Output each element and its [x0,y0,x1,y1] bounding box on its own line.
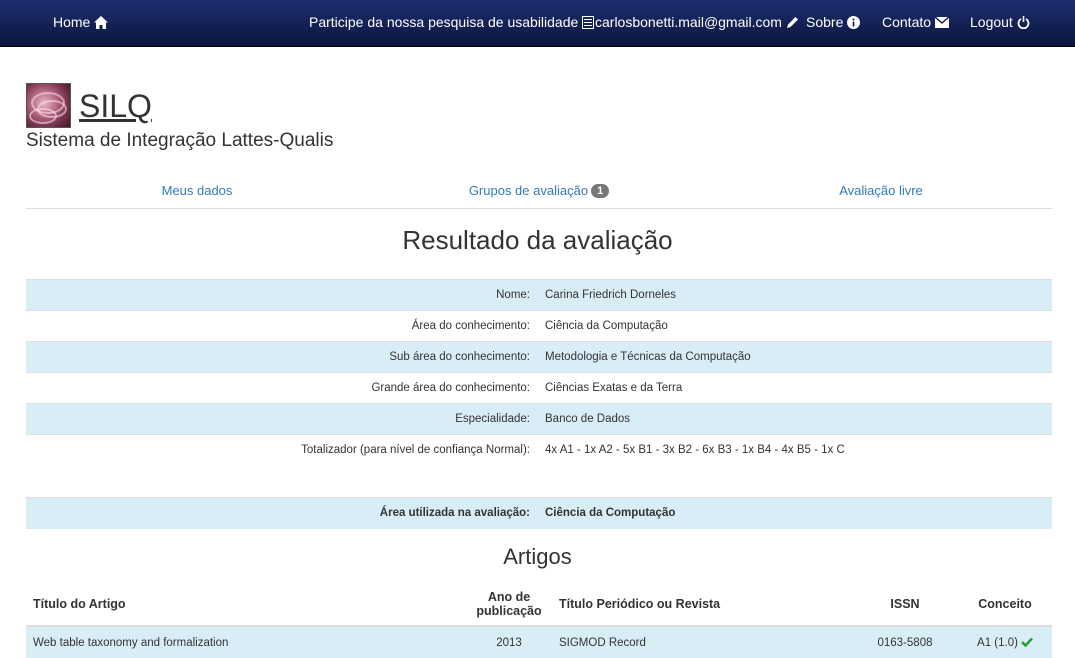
power-icon [1017,15,1030,29]
nav-user-profile[interactable]: carlosbonetti.mail@gmail.com [595,14,799,30]
nav-survey[interactable]: Participe da nossa pesquisa de usabilida… [309,14,595,30]
envelope-icon [935,16,950,28]
col-header-title: Título do Artigo [26,582,466,627]
nav-about[interactable]: Sobre [806,14,861,30]
nav-home-label: Home [53,14,91,30]
table-row: Web table taxonomy and formalization 201… [26,626,1052,658]
main-tabs: Meus dados Grupos de avaliação 1 Avaliaçã… [26,177,1052,209]
info-row: Nome: Carina Friedrich Dorneles [26,279,1052,311]
articles-header-row: Título do Artigo Ano de publicação Títul… [26,582,1052,627]
article-concept-value: A1 (1.0) [977,636,1018,649]
info-row: Área do conhecimento: Ciência da Computa… [26,310,1052,342]
info-value: 4x A1 - 1x A2 - 5x B1 - 3x B2 - 6x B3 - … [538,434,1052,466]
area-used-table: Área utilizada na avaliação: Ciência da … [26,497,1052,529]
info-sign-icon [847,15,861,29]
list-alt-icon [582,15,595,29]
articles-section-title: Artigos [503,544,572,569]
info-label: Totalizador (para nível de confiança Nor… [26,434,538,466]
tab-grupos-avaliacao[interactable]: Grupos de avaliação 1 [368,177,710,208]
app-logo [26,83,71,128]
nav-logout[interactable]: Logout [970,14,1030,30]
app-name-link[interactable]: SILQ [79,90,152,122]
info-label: Grande área do conhecimento: [26,372,538,404]
nav-survey-label: Participe da nossa pesquisa de usabilida… [309,14,579,30]
nav-logout-label: Logout [970,14,1013,30]
page-title: Resultado da avaliação [402,225,673,255]
article-concept: A1 (1.0) [958,626,1052,658]
area-used-label: Área utilizada na avaliação: [26,497,538,529]
app-subtitle: Sistema de Integração Lattes-Qualis [26,130,334,151]
article-journal: SIGMOD Record [552,626,852,658]
info-value: Metodologia e Técnicas da Computação [538,341,1052,373]
check-icon [1021,637,1033,649]
nav-contact[interactable]: Contato [882,14,950,30]
count-badge: 1 [591,184,610,198]
nav-about-label: Sobre [806,14,844,30]
info-value: Banco de Dados [538,403,1052,435]
tab-label: Grupos de avaliação [468,183,589,198]
info-row: Totalizador (para nível de confiança Nor… [26,434,1052,466]
area-used-row: Área utilizada na avaliação: Ciência da … [26,497,1052,529]
tab-label: Meus dados [161,183,233,198]
area-used-value: Ciência da Computação [538,497,1052,529]
article-title: Web table taxonomy and formalization [26,626,466,658]
home-icon [94,15,109,29]
col-header-concept: Conceito [958,582,1052,627]
info-label: Área do conhecimento: [26,310,538,342]
col-header-issn: ISSN [852,582,958,627]
tab-meus-dados[interactable]: Meus dados [26,177,368,208]
info-label: Especialidade: [26,403,538,435]
col-header-year: Ano de publicação [466,582,552,627]
pencil-icon [786,16,799,29]
tab-label: Avaliação livre [839,183,923,198]
info-label: Nome: [26,279,538,311]
nav-home[interactable]: Home [53,14,109,30]
article-year: 2013 [466,626,552,658]
info-row: Grande área do conhecimento: Ciências Ex… [26,372,1052,404]
col-header-year-line1: Ano de [487,589,531,604]
info-row: Sub área do conhecimento: Metodologia e … [26,341,1052,373]
nav-contact-label: Contato [882,14,932,30]
info-label: Sub área do conhecimento: [26,341,538,373]
article-issn: 0163-5808 [852,626,958,658]
evaluation-info-table: Nome: Carina Friedrich Dorneles Área do … [26,279,1052,466]
tab-avaliacao-livre[interactable]: Avaliação livre [710,177,1052,208]
top-navbar: Home Participe da nossa pesquisa de usab… [0,0,1075,47]
col-header-year-line2: publicação [476,603,542,618]
brand: SILQ [26,83,152,128]
col-header-journal: Título Periódico ou Revista [552,582,852,627]
nav-user-email: carlosbonetti.mail@gmail.com [595,14,782,30]
info-value: Carina Friedrich Dorneles [538,279,1052,311]
articles-table: Título do Artigo Ano de publicação Títul… [26,582,1052,658]
info-value: Ciências Exatas e da Terra [538,372,1052,404]
info-value: Ciência da Computação [538,310,1052,342]
info-row: Especialidade: Banco de Dados [26,403,1052,435]
